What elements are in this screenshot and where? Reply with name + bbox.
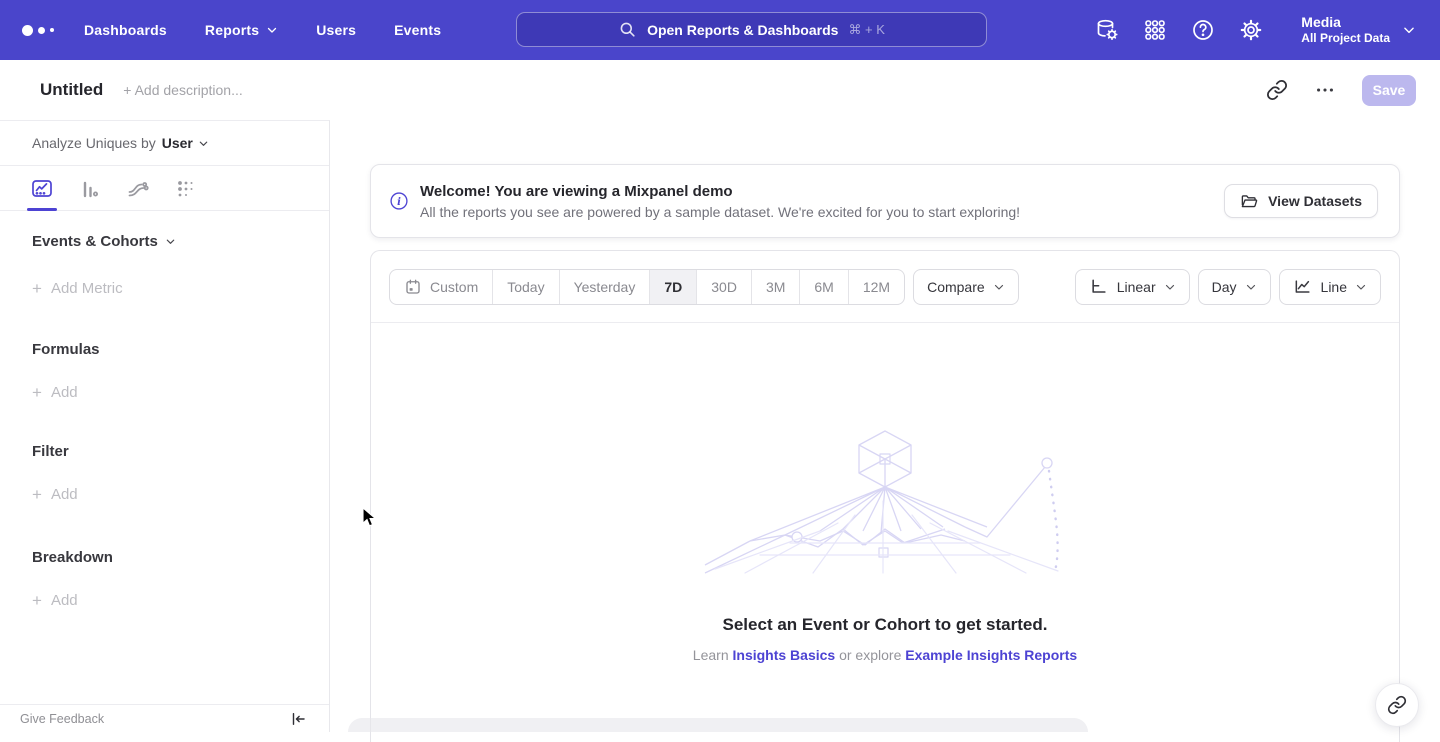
- section-formulas: Formulas: [32, 341, 329, 358]
- settings-gear-icon[interactable]: [1239, 18, 1263, 42]
- tab-insights[interactable]: [30, 166, 54, 211]
- chevron-down-icon: [993, 281, 1005, 293]
- nav-item-users[interactable]: Users: [316, 22, 356, 38]
- chevron-down-icon: [266, 24, 278, 36]
- range-3m[interactable]: 3M: [751, 270, 799, 304]
- nav-item-reports[interactable]: Reports: [205, 22, 278, 38]
- range-custom[interactable]: Custom: [390, 270, 492, 304]
- project-scope: All Project Data: [1301, 31, 1390, 46]
- granularity-dropdown[interactable]: Day: [1198, 269, 1271, 305]
- top-nav: Dashboards Reports Users Events Open Rep…: [0, 0, 1440, 60]
- visualization-tabs: [0, 166, 329, 211]
- give-feedback-link[interactable]: Give Feedback: [20, 712, 104, 726]
- report-description-placeholder[interactable]: + Add description...: [123, 82, 242, 98]
- compare-button[interactable]: Compare: [913, 269, 1019, 305]
- chart-type-dropdown[interactable]: Line: [1279, 269, 1381, 305]
- banner-title: Welcome! You are viewing a Mixpanel demo: [420, 183, 1020, 200]
- report-header: Untitled + Add description... Save: [0, 60, 1440, 120]
- welcome-banner: i Welcome! You are viewing a Mixpanel de…: [370, 164, 1400, 238]
- empty-state-illustration: [690, 423, 1080, 575]
- more-options-icon[interactable]: [1314, 79, 1336, 101]
- next-section-card-edge: [348, 718, 1088, 732]
- plus-icon: +: [32, 486, 42, 503]
- chevron-down-icon: [1164, 281, 1176, 293]
- link-icon: [1387, 695, 1407, 715]
- folder-icon: [1240, 192, 1259, 211]
- apps-grid-icon[interactable]: [1143, 18, 1167, 42]
- range-12m[interactable]: 12M: [848, 270, 904, 304]
- range-30d[interactable]: 30D: [696, 270, 751, 304]
- range-6m[interactable]: 6M: [799, 270, 847, 304]
- chevron-down-icon: [198, 138, 209, 149]
- tab-flow[interactable]: [126, 166, 150, 211]
- mixpanel-logo[interactable]: [22, 25, 66, 36]
- tab-retention[interactable]: [174, 166, 198, 211]
- search-icon: [618, 20, 637, 39]
- section-events-cohorts[interactable]: Events & Cohorts: [32, 233, 329, 250]
- chevron-down-icon: [1355, 281, 1367, 293]
- section-breakdown: Breakdown: [32, 549, 329, 566]
- report-main-area: i Welcome! You are viewing a Mixpanel de…: [330, 120, 1440, 732]
- range-7d[interactable]: 7D: [649, 270, 696, 304]
- banner-subtitle: All the reports you see are powered by a…: [420, 204, 1020, 220]
- info-icon: i: [389, 191, 409, 211]
- plus-icon: +: [32, 280, 42, 297]
- data-management-icon[interactable]: [1095, 18, 1119, 42]
- search-placeholder: Open Reports & Dashboards: [647, 22, 838, 38]
- add-breakdown-button[interactable]: + Add: [32, 592, 329, 609]
- add-filter-button[interactable]: + Add: [32, 486, 329, 503]
- report-title[interactable]: Untitled: [40, 80, 103, 100]
- range-today[interactable]: Today: [492, 270, 558, 304]
- insights-chart-card: Custom Today Yesterday 7D 30D 3M 6M 12M …: [370, 250, 1400, 742]
- nav-item-dashboards[interactable]: Dashboards: [84, 22, 167, 38]
- help-icon[interactable]: [1191, 18, 1215, 42]
- range-yesterday[interactable]: Yesterday: [559, 270, 650, 304]
- nav-item-events[interactable]: Events: [394, 22, 441, 38]
- query-builder-sidebar: Analyze Uniques by User: [0, 120, 330, 732]
- chevron-down-icon: [1402, 23, 1416, 37]
- plus-icon: +: [32, 592, 42, 609]
- bar-chart-icon: [78, 177, 102, 201]
- chevron-down-icon: [1245, 281, 1257, 293]
- copy-link-icon[interactable]: [1266, 79, 1288, 101]
- empty-state-subtitle: Learn Insights Basics or explore Example…: [693, 647, 1077, 663]
- date-range-selector: Custom Today Yesterday 7D 30D 3M 6M 12M: [389, 269, 905, 305]
- view-datasets-button[interactable]: View Datasets: [1224, 184, 1378, 218]
- example-insights-reports-link[interactable]: Example Insights Reports: [905, 647, 1077, 663]
- share-link-fab[interactable]: [1375, 683, 1419, 727]
- scale-dropdown[interactable]: Linear: [1075, 269, 1190, 305]
- project-switcher[interactable]: Media All Project Data: [1301, 14, 1416, 46]
- section-filter: Filter: [32, 443, 329, 460]
- insights-basics-link[interactable]: Insights Basics: [733, 647, 836, 663]
- add-metric-button[interactable]: + Add Metric: [32, 280, 329, 297]
- insights-chart-icon: [30, 177, 54, 201]
- svg-text:i: i: [397, 197, 401, 208]
- line-chart-icon: [1293, 277, 1313, 297]
- chevron-down-icon: [165, 236, 176, 247]
- empty-state-title: Select an Event or Cohort to get started…: [723, 615, 1048, 635]
- empty-state: Select an Event or Cohort to get started…: [371, 323, 1399, 663]
- analyze-by-dropdown[interactable]: User: [162, 135, 209, 151]
- add-formula-button[interactable]: + Add: [32, 384, 329, 401]
- flow-sankey-icon: [126, 177, 150, 201]
- global-search[interactable]: Open Reports & Dashboards ⌘ + K: [516, 12, 987, 47]
- calendar-icon: [404, 278, 422, 296]
- tab-bar-chart[interactable]: [78, 166, 102, 211]
- chart-toolbar: Custom Today Yesterday 7D 30D 3M 6M 12M …: [371, 251, 1399, 323]
- save-button[interactable]: Save: [1362, 75, 1416, 106]
- plus-icon: +: [32, 384, 42, 401]
- collapse-sidebar-icon[interactable]: [289, 710, 307, 728]
- retention-grid-icon: [174, 177, 198, 201]
- analyze-label: Analyze Uniques by: [32, 135, 156, 151]
- search-shortcut: ⌘ + K: [848, 22, 885, 38]
- project-name: Media: [1301, 14, 1390, 31]
- linear-scale-icon: [1089, 277, 1109, 297]
